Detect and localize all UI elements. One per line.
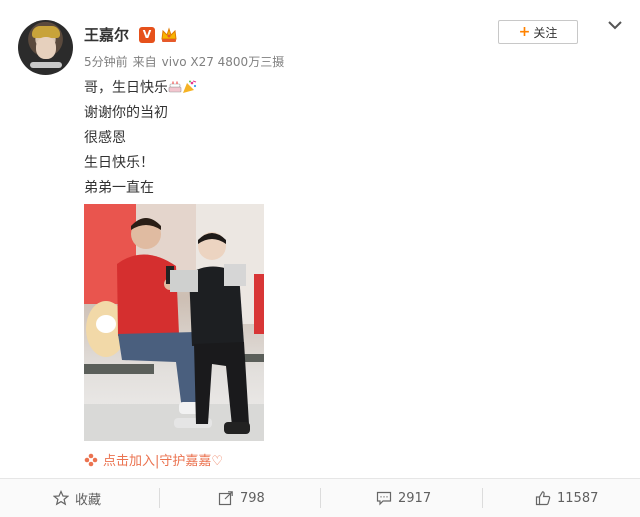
avatar[interactable] [18, 20, 73, 75]
photo-link[interactable]: 点击加入|守护嘉嘉♡ [84, 450, 223, 469]
post-line-text: 哥，生日快乐 [84, 80, 168, 96]
follow-label: 关注 [533, 25, 558, 40]
chevron-down-icon[interactable] [607, 19, 623, 31]
like-count: 11587 [557, 490, 599, 506]
photo-illustration [84, 204, 264, 441]
post-meta: 5分钟前 来自 vivo X27 4800万三摄 [84, 53, 289, 70]
repost-button[interactable]: 798 [218, 479, 265, 517]
party-popper-emoji-icon [183, 80, 197, 93]
repost-count: 798 [240, 490, 265, 506]
cake-emoji-icon [168, 81, 182, 93]
post-source[interactable]: vivo X27 4800万三摄 [162, 55, 285, 69]
flower-icon [84, 453, 98, 466]
post-photo[interactable] [84, 204, 264, 441]
thumbs-up-icon [535, 491, 551, 506]
action-bar: 收藏 798 2917 11587 [0, 478, 640, 517]
vip-icon[interactable]: V [139, 27, 155, 43]
repost-icon [218, 491, 233, 506]
comment-button[interactable]: 2917 [376, 479, 431, 517]
photo-link-label: 点击加入|守护嘉嘉♡ [103, 454, 224, 469]
post-line: 弟弟一直在 [84, 180, 154, 196]
comment-count: 2917 [398, 490, 432, 506]
plus-icon: + [518, 24, 531, 40]
post-line: 很感恩 [84, 130, 126, 146]
comment-icon [376, 491, 392, 506]
like-button[interactable]: 11587 [535, 479, 598, 517]
avatar-chain [30, 62, 62, 68]
post-line: 哥，生日快乐 [84, 76, 197, 101]
crown-icon[interactable] [160, 26, 178, 44]
avatar-face [36, 37, 56, 59]
favorite-label: 收藏 [75, 492, 102, 508]
source-prefix: 来自 [132, 55, 157, 69]
star-icon [53, 490, 69, 506]
divider [320, 488, 321, 508]
post-time[interactable]: 5分钟前 [84, 55, 128, 69]
post-line: 生日快乐！ [84, 155, 154, 171]
follow-button[interactable]: + 关注 [498, 20, 578, 44]
username-link[interactable]: 王嘉尔 [84, 24, 129, 45]
divider [482, 488, 483, 508]
favorite-button[interactable]: 收藏 [53, 479, 101, 517]
post-content: 哥，生日快乐 谢谢你的当初 很感恩 生日快乐！ 弟弟一直在 [84, 76, 197, 201]
divider [159, 488, 160, 508]
post-line: 谢谢你的当初 [84, 105, 168, 121]
